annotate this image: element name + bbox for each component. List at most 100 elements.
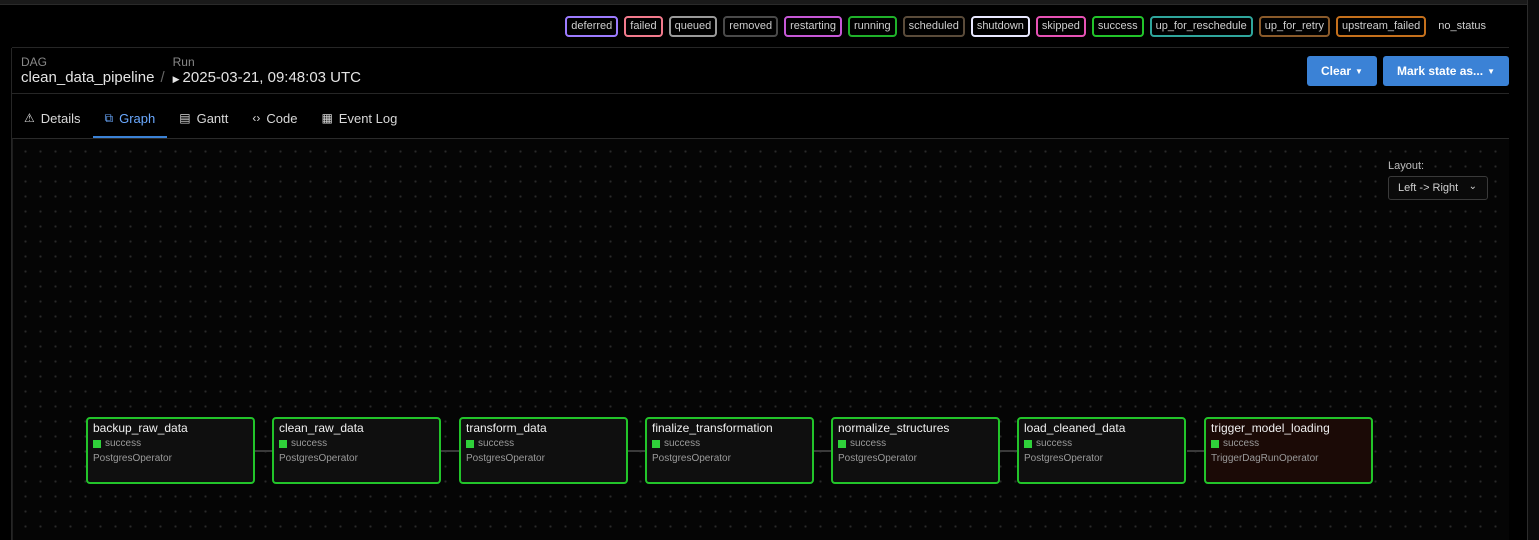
task-operator: PostgresOperator <box>93 453 172 464</box>
task-node[interactable]: normalize_structures success PostgresOpe… <box>831 417 1000 484</box>
tab-label: Details <box>40 110 81 126</box>
breadcrumb-dag[interactable]: DAG clean_data_pipeline <box>21 56 154 88</box>
mark-state-button-label: Mark state as... <box>1397 64 1484 78</box>
play-icon: ▶ <box>172 74 180 84</box>
warning-icon: ⚠ <box>24 111 35 125</box>
status-text: success <box>105 438 142 449</box>
task-status: success <box>466 437 621 450</box>
layout-control: Layout: Left -> Right ⌄ <box>1388 160 1488 200</box>
legend-skipped[interactable]: skipped <box>1035 16 1086 37</box>
layout-value: Left -> Right <box>1398 182 1459 194</box>
legend-scheduled[interactable]: scheduled <box>902 16 965 37</box>
tab-code[interactable]: ‹› Code <box>240 100 309 138</box>
layout-select[interactable]: Left -> Right ⌄ <box>1388 176 1488 200</box>
tab-details[interactable]: ⚠ Details <box>12 100 93 138</box>
tab-bar: ⚠ Details ⧉ Graph ▤ Gantt ‹› Code ▦ Even… <box>12 100 409 138</box>
legend-shutdown[interactable]: shutdown <box>970 16 1030 37</box>
task-name: load_cleaned_data <box>1024 421 1126 435</box>
legend-restarting[interactable]: restarting <box>784 16 842 37</box>
graph-edge <box>814 450 832 452</box>
dag-name[interactable]: clean_data_pipeline <box>21 69 154 86</box>
tab-label: Code <box>266 110 298 126</box>
tab-label: Graph <box>119 110 156 126</box>
task-node[interactable]: clean_raw_data success PostgresOperator <box>272 417 441 484</box>
task-name: transform_data <box>466 421 547 435</box>
layout-label: Layout: <box>1388 160 1425 172</box>
legend-success[interactable]: success <box>1091 16 1144 37</box>
status-indicator-icon <box>466 439 474 448</box>
legend-no-status[interactable]: no_status <box>1432 16 1492 37</box>
task-node[interactable]: backup_raw_data success PostgresOperator <box>86 417 255 484</box>
task-operator: PostgresOperator <box>652 453 731 464</box>
tab-label: Gantt <box>196 110 229 126</box>
graph-edge <box>1187 450 1205 452</box>
chevron-down-icon: ⌄ <box>1468 181 1477 192</box>
clear-button-label: Clear <box>1321 64 1352 78</box>
top-bar <box>0 0 1539 5</box>
divider <box>12 47 1509 48</box>
task-operator: PostgresOperator <box>838 453 917 464</box>
task-operator: PostgresOperator <box>466 453 545 464</box>
code-icon: ‹› <box>252 111 261 125</box>
breadcrumb-separator: / <box>160 69 165 86</box>
task-status: success <box>279 437 434 450</box>
left-panel-edge <box>0 48 12 540</box>
legend-running[interactable]: running <box>847 16 897 37</box>
legend-queued[interactable]: queued <box>668 16 718 37</box>
status-text: success <box>1036 438 1073 449</box>
graph-edge <box>628 450 646 452</box>
status-indicator-icon <box>279 439 287 448</box>
task-status: success <box>652 437 807 450</box>
run-id[interactable]: 2025-03-21, 09:48:03 UTC <box>183 69 361 86</box>
task-operator: PostgresOperator <box>1024 453 1103 464</box>
gantt-icon: ▤ <box>179 111 191 125</box>
breadcrumb-run[interactable]: Run ▶ 2025-03-21, 09:48:03 UTC <box>173 56 361 88</box>
tab-event-log[interactable]: ▦ Event Log <box>309 100 409 138</box>
mark-state-button[interactable]: Mark state as... ▼ <box>1383 56 1509 86</box>
legend-failed[interactable]: failed <box>624 16 663 37</box>
status-text: success <box>850 438 887 449</box>
task-operator: PostgresOperator <box>279 453 358 464</box>
legend-deferred[interactable]: deferred <box>565 16 619 37</box>
legend-up-for-reschedule[interactable]: up_for_reschedule <box>1149 16 1253 37</box>
scrollbar[interactable] <box>1527 0 1539 540</box>
task-operator: TriggerDagRunOperator <box>1211 453 1319 464</box>
graph-edge <box>255 450 273 452</box>
tab-label: Event Log <box>338 110 398 126</box>
status-indicator-icon <box>838 439 846 448</box>
tab-gantt[interactable]: ▤ Gantt <box>167 100 240 138</box>
status-text: success <box>1223 438 1260 449</box>
task-status: success <box>1211 437 1366 450</box>
graph-edge <box>1000 450 1018 452</box>
task-name: backup_raw_data <box>93 421 188 435</box>
task-status: success <box>93 437 248 450</box>
clear-button[interactable]: Clear ▼ <box>1307 56 1377 86</box>
log-icon: ▦ <box>321 111 333 125</box>
status-indicator-icon <box>93 439 101 448</box>
divider <box>12 93 1509 94</box>
legend-up-for-retry[interactable]: up_for_retry <box>1258 16 1331 37</box>
graph-icon: ⧉ <box>104 110 114 125</box>
status-indicator-icon <box>652 439 660 448</box>
task-status: success <box>1024 437 1179 450</box>
task-status: success <box>838 437 993 450</box>
status-text: success <box>664 438 701 449</box>
task-name: clean_raw_data <box>279 421 364 435</box>
tab-graph[interactable]: ⧉ Graph <box>92 100 168 138</box>
caret-down-icon: ▼ <box>1355 66 1363 76</box>
task-node[interactable]: load_cleaned_data success PostgresOperat… <box>1017 417 1186 484</box>
task-node[interactable]: finalize_transformation success Postgres… <box>645 417 814 484</box>
task-node[interactable]: trigger_model_loading success TriggerDag… <box>1204 417 1373 484</box>
legend-removed[interactable]: removed <box>723 16 779 37</box>
task-name: normalize_structures <box>838 421 950 435</box>
status-indicator-icon <box>1211 439 1219 448</box>
run-label: Run <box>172 55 195 69</box>
caret-down-icon: ▼ <box>1487 66 1495 76</box>
status-legend: deferred failed queued removed restartin… <box>565 16 1492 37</box>
status-text: success <box>478 438 515 449</box>
status-indicator-icon <box>1024 439 1032 448</box>
task-name: finalize_transformation <box>652 421 773 435</box>
dag-label: DAG <box>21 55 48 69</box>
task-node[interactable]: transform_data success PostgresOperator <box>459 417 628 484</box>
legend-upstream-failed[interactable]: upstream_failed <box>1336 16 1427 37</box>
